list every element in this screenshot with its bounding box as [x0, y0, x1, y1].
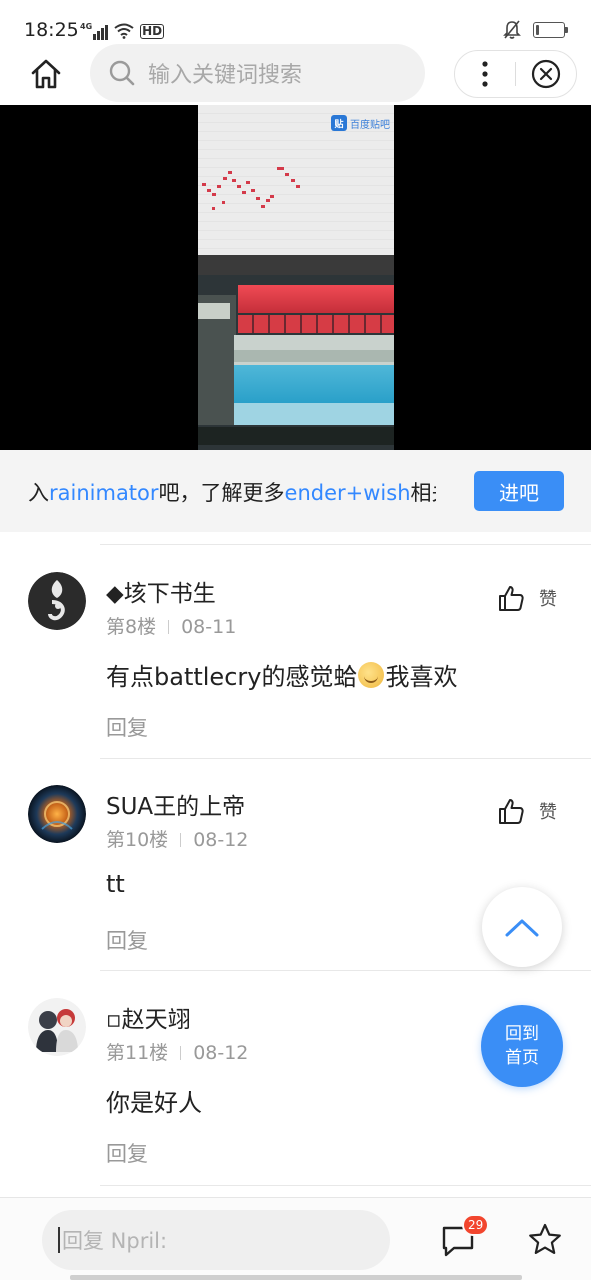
post-username[interactable]: ▫赵天翊 — [106, 1000, 191, 1034]
video-gray-track-2 — [234, 350, 394, 362]
home-indicator — [70, 1275, 522, 1280]
post-content: tt — [106, 870, 125, 898]
more-button[interactable] — [455, 51, 515, 97]
divider — [100, 758, 591, 759]
like-label: 赞 — [539, 589, 557, 610]
battery-icon — [533, 22, 568, 38]
banner-suffix: 相关 — [410, 481, 436, 505]
topic-link[interactable]: ender+wish — [285, 481, 411, 505]
network-type-label: 4G — [80, 22, 93, 31]
video-red-track-2 — [238, 315, 394, 333]
close-circle-icon — [531, 59, 561, 89]
video-player[interactable]: 贴 百度贴吧 — [0, 105, 591, 450]
back-to-home-line-1: 回到 — [505, 1024, 539, 1044]
thumbs-up-icon — [499, 799, 524, 824]
comment-count-badge: 29 — [462, 1214, 490, 1236]
hd-icon: HD — [140, 23, 165, 39]
video-track-label — [198, 303, 230, 319]
more-vertical-icon — [482, 61, 488, 87]
avatar[interactable] — [28, 998, 86, 1056]
text-cursor — [58, 1227, 60, 1253]
wifi-icon — [114, 23, 134, 39]
post-date: 08-12 — [193, 1042, 249, 1064]
enter-forum-button[interactable]: 进吧 — [474, 471, 564, 511]
watermark-text: 百度贴吧 — [350, 119, 390, 131]
post-content-text-2: 我喜欢 — [385, 663, 458, 691]
mute-bell-icon — [503, 20, 521, 39]
bottom-bar: 回复 Npril: 29 — [0, 1197, 591, 1280]
forum-banner: 入rainimator吧，了解更多ender+wish相关 进吧 — [0, 450, 591, 532]
home-icon — [31, 59, 61, 89]
reply-button[interactable]: 回复 — [106, 712, 148, 742]
status-right — [503, 20, 568, 40]
thumbs-up-icon — [499, 586, 524, 611]
video-toolbar-strip — [198, 255, 394, 275]
reply-placeholder: 回复 Npril: — [62, 1229, 168, 1253]
post-username[interactable]: SUA王的上帝 — [106, 787, 245, 821]
post-meta: 第11楼 08-12 — [106, 1038, 248, 1065]
video-watermark: 贴 百度贴吧 — [331, 115, 390, 131]
video-frame: 贴 百度贴吧 — [198, 105, 394, 450]
back-to-home-button[interactable]: 回到 首页 — [481, 1005, 563, 1087]
search-input[interactable]: 输入关键词搜索 — [90, 44, 425, 102]
like-button[interactable]: 赞 — [497, 797, 557, 825]
forum-name-link[interactable]: rainimator — [49, 481, 159, 505]
video-lightblue-track — [234, 403, 394, 425]
status-icons: 4G HD — [80, 20, 165, 42]
video-red-track — [238, 285, 394, 313]
search-placeholder: 输入关键词搜索 — [148, 63, 303, 88]
reply-button[interactable]: 回复 — [106, 1138, 148, 1168]
banner-mid: 吧，了解更多 — [158, 481, 285, 505]
post-content: 你是好人 — [106, 1089, 202, 1117]
banner-text: 入rainimator吧，了解更多ender+wish相关 — [28, 477, 436, 507]
post-floor: 第11楼 — [106, 1042, 169, 1064]
like-label: 赞 — [539, 802, 557, 823]
scroll-to-top-button[interactable] — [482, 887, 562, 967]
post-username[interactable]: ◆垓下书生 — [106, 574, 216, 608]
search-icon — [109, 60, 135, 86]
post-floor: 第8楼 — [106, 616, 157, 638]
banner-prefix: 入 — [28, 481, 49, 505]
close-button[interactable] — [516, 51, 576, 97]
chevron-up-icon — [505, 919, 539, 937]
nav-bar: 输入关键词搜索 — [0, 40, 591, 105]
home-button[interactable] — [26, 54, 66, 94]
post-meta: 第10楼 08-12 — [106, 825, 248, 852]
video-blue-track — [234, 365, 394, 403]
avatar[interactable] — [28, 785, 86, 843]
post-date: 08-12 — [193, 829, 249, 851]
post-content-text: 有点battlecry的感觉蛤 — [106, 663, 358, 691]
video-sheet-area: 贴 百度贴吧 — [198, 105, 394, 255]
video-timeline-strip — [198, 427, 394, 445]
reply-button[interactable]: 回复 — [106, 925, 148, 955]
post-content: 有点battlecry的感觉蛤 我喜欢 — [106, 657, 457, 692]
post-meta: 第8楼 08-11 — [106, 612, 236, 639]
avatar[interactable] — [28, 572, 86, 630]
reply-input[interactable]: 回复 Npril: — [42, 1210, 390, 1270]
star-icon — [529, 1223, 561, 1254]
signal-icon: 4G — [80, 22, 109, 40]
post-floor: 第10楼 — [106, 829, 169, 851]
back-to-home-line-2: 首页 — [505, 1048, 539, 1068]
status-time: 18:25 — [24, 19, 79, 41]
post-date: 08-11 — [181, 616, 237, 638]
divider — [100, 544, 591, 545]
divider — [100, 970, 591, 971]
favorite-button[interactable] — [527, 1222, 563, 1258]
mini-program-capsule — [454, 50, 577, 98]
like-button[interactable]: 赞 — [497, 584, 557, 612]
watermark-badge: 贴 — [331, 115, 347, 131]
divider — [100, 1185, 591, 1186]
smile-emoji-icon — [358, 661, 385, 688]
